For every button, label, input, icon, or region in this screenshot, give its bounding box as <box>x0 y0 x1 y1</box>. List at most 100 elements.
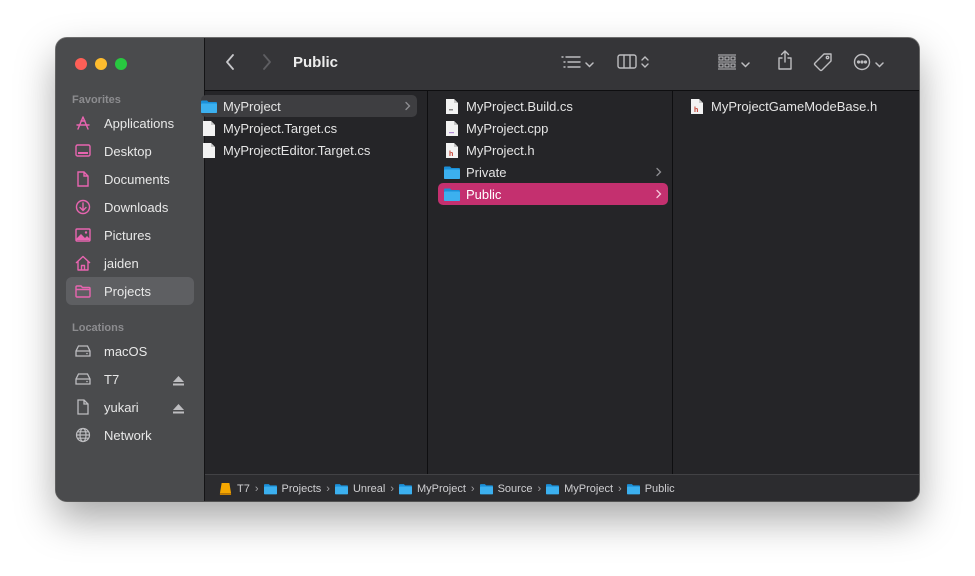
item-name: MyProjectEditor.Target.cs <box>223 142 371 158</box>
back-button[interactable] <box>225 52 235 76</box>
group-grid-icon <box>717 54 737 75</box>
sidebar-item-pictures[interactable]: Pictures <box>66 221 194 249</box>
list-icon <box>561 55 581 74</box>
sidebar-item-downloads[interactable]: Downloads <box>66 193 194 221</box>
path-bar: T7 › Projects › Unreal › MyProject › Sou… <box>205 474 919 501</box>
path-item-unreal[interactable]: Unreal <box>334 483 385 495</box>
item-name: MyProject.Build.cs <box>466 98 573 114</box>
item-name: MyProjectGameModeBase.h <box>711 98 878 114</box>
window-controls <box>75 58 127 70</box>
drive-icon <box>74 342 92 360</box>
minimize-button[interactable] <box>95 58 107 70</box>
eject-icon[interactable] <box>173 402 184 417</box>
forward-button[interactable] <box>262 52 272 76</box>
sidebar-item-label: Documents <box>104 171 170 187</box>
list-item-folder-selected[interactable]: Public <box>438 183 668 205</box>
sidebar-item-label: Desktop <box>104 143 152 159</box>
sidebar-item-desktop[interactable]: Desktop <box>66 137 194 165</box>
sidebar-item-label: Pictures <box>104 227 151 243</box>
document-icon <box>74 398 92 416</box>
sidebar-item-t7[interactable]: T7 <box>66 365 194 393</box>
folder-icon <box>479 483 493 494</box>
path-separator: › <box>326 482 330 495</box>
ellipsis-circle-icon <box>853 53 871 76</box>
toolbar: Public <box>205 38 919 91</box>
sidebar-item-macos[interactable]: macOS <box>66 337 194 365</box>
file-icon <box>201 120 217 136</box>
item-name: MyProject.Target.cs <box>223 120 338 136</box>
folder-icon <box>74 282 92 300</box>
folder-icon <box>444 186 460 202</box>
share-icon <box>777 49 793 75</box>
stepper-icon <box>641 55 649 74</box>
eject-icon[interactable] <box>173 374 184 389</box>
applications-icon <box>74 114 92 132</box>
item-name: MyProject.cpp <box>466 120 549 136</box>
column-view-button[interactable] <box>617 52 649 76</box>
item-name: Public <box>466 186 502 202</box>
path-separator: › <box>390 482 395 495</box>
list-item-file[interactable]: MyProject.Target.cs <box>201 117 417 139</box>
list-item-folder[interactable]: Private <box>438 161 668 183</box>
list-item-header-file[interactable]: h MyProject.h <box>438 139 668 161</box>
svg-text:h: h <box>449 151 453 158</box>
home-icon <box>74 254 92 272</box>
folder-icon <box>263 483 277 494</box>
tag-button[interactable] <box>813 52 833 76</box>
file-icon <box>444 98 460 114</box>
item-name: MyProject.h <box>466 142 535 158</box>
chevron-down-icon <box>585 55 594 73</box>
list-item-header-file[interactable]: h MyProjectGameModeBase.h <box>683 95 919 117</box>
path-item-t7[interactable]: T7 <box>219 482 250 495</box>
path-separator: › <box>254 482 259 495</box>
path-item-myproject[interactable]: MyProject <box>399 483 466 495</box>
sidebar-item-label: jaiden <box>104 255 139 271</box>
sidebar-item-applications[interactable]: Applications <box>66 109 194 137</box>
zoom-button[interactable] <box>115 58 127 70</box>
column-2[interactable]: MyProject.Build.cs MyProject.cpp h MyPro… <box>428 91 673 474</box>
list-item-file[interactable]: MyProject.Build.cs <box>438 95 668 117</box>
more-actions-button[interactable] <box>853 52 884 76</box>
list-item-folder[interactable]: MyProject <box>201 95 417 117</box>
external-drive-icon <box>219 482 232 495</box>
svg-text:h: h <box>694 107 698 114</box>
sidebar-item-jaiden[interactable]: jaiden <box>66 249 194 277</box>
file-icon <box>201 142 217 158</box>
sidebar-item-network[interactable]: Network <box>66 421 194 449</box>
chevron-right-icon <box>656 187 662 202</box>
folder-icon <box>546 483 560 494</box>
sidebar-item-label: Applications <box>104 115 175 131</box>
sidebar-item-label: yukari <box>104 399 139 415</box>
desktop-icon <box>74 142 92 160</box>
path-separator: › <box>537 482 542 495</box>
list-item-file[interactable]: MyProject.cpp <box>438 117 668 139</box>
column-1[interactable]: MyProject MyProject.Target.cs MyProjectE… <box>201 91 428 474</box>
header-file-icon: h <box>444 142 460 158</box>
sidebar: Favorites Applications Desktop Documents… <box>56 38 205 501</box>
document-icon <box>74 170 92 188</box>
chevron-right-icon <box>262 53 272 75</box>
globe-icon <box>74 426 92 444</box>
sidebar-item-projects[interactable]: Projects <box>66 277 194 305</box>
window-title: Public <box>293 54 339 71</box>
pictures-icon <box>74 226 92 244</box>
list-view-menu-button[interactable] <box>561 52 594 76</box>
column-3[interactable]: h MyProjectGameModeBase.h <box>673 91 919 474</box>
sidebar-item-label: macOS <box>104 343 148 359</box>
tag-icon <box>813 52 833 77</box>
path-item-myproject-2[interactable]: MyProject <box>546 483 613 495</box>
folder-icon <box>201 98 217 114</box>
sidebar-item-documents[interactable]: Documents <box>66 165 194 193</box>
path-item-source[interactable]: Source <box>479 483 532 495</box>
sidebar-item-yukari[interactable]: yukari <box>66 393 194 421</box>
header-file-icon: h <box>689 98 705 114</box>
share-button[interactable] <box>777 49 793 75</box>
path-item-public[interactable]: Public <box>626 483 675 495</box>
path-item-projects[interactable]: Projects <box>263 483 321 495</box>
finder-window: Favorites Applications Desktop Documents… <box>56 38 919 501</box>
list-item-file[interactable]: MyProjectEditor.Target.cs <box>201 139 417 161</box>
path-separator: › <box>470 482 475 495</box>
close-button[interactable] <box>75 58 87 70</box>
group-menu-button[interactable] <box>717 52 750 76</box>
folder-icon <box>444 164 460 180</box>
